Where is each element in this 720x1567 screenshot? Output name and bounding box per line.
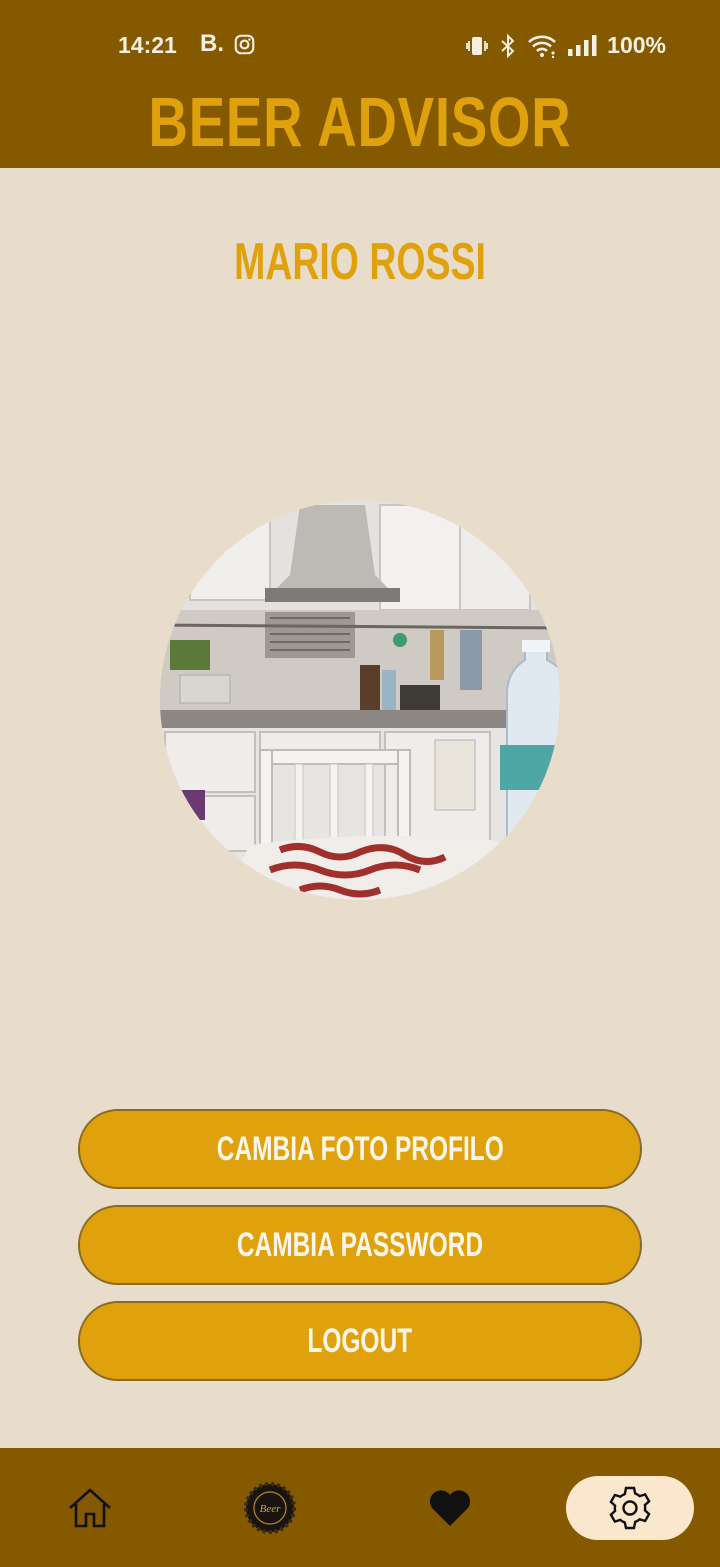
bottom-nav: Beer bbox=[0, 1448, 720, 1567]
nav-item-favorites[interactable] bbox=[386, 1476, 514, 1540]
wifi-icon bbox=[528, 35, 557, 58]
notification-b-icon: B. bbox=[200, 30, 224, 57]
change-password-label: CAMBIA PASSWORD bbox=[236, 1225, 484, 1264]
status-time: 14:21 bbox=[118, 32, 177, 58]
logout-button[interactable]: LOGOUT bbox=[78, 1301, 642, 1381]
home-icon bbox=[69, 1488, 111, 1528]
battery-level: 100% bbox=[607, 32, 666, 58]
app-header: 14:21 B. 100% BEER ADVISOR bbox=[0, 0, 720, 168]
user-name: MARIO ROSSI bbox=[234, 233, 486, 291]
nav-item-home[interactable] bbox=[26, 1476, 154, 1540]
instagram-icon bbox=[234, 34, 255, 55]
signal-icon bbox=[568, 34, 597, 56]
change-photo-label: CAMBIA FOTO PROFILO bbox=[216, 1129, 504, 1168]
vibrate-icon bbox=[466, 36, 489, 55]
bluetooth-icon bbox=[501, 33, 515, 58]
status-bar: 14:21 B. 100% bbox=[0, 24, 720, 68]
change-photo-button[interactable]: CAMBIA FOTO PROFILO bbox=[78, 1109, 642, 1189]
beer-cap-icon: Beer bbox=[244, 1482, 296, 1534]
status-icons: 100% bbox=[465, 32, 666, 59]
nav-item-beer[interactable]: Beer bbox=[206, 1476, 334, 1540]
gear-icon bbox=[609, 1486, 651, 1530]
logout-label: LOGOUT bbox=[307, 1321, 413, 1360]
heart-icon bbox=[429, 1490, 471, 1526]
change-password-button[interactable]: CAMBIA PASSWORD bbox=[78, 1205, 642, 1285]
app-title: BEER ADVISOR bbox=[148, 83, 572, 161]
nav-item-settings[interactable] bbox=[566, 1476, 694, 1540]
profile-photo bbox=[160, 500, 560, 900]
beer-logo-text: Beer bbox=[260, 1503, 281, 1515]
